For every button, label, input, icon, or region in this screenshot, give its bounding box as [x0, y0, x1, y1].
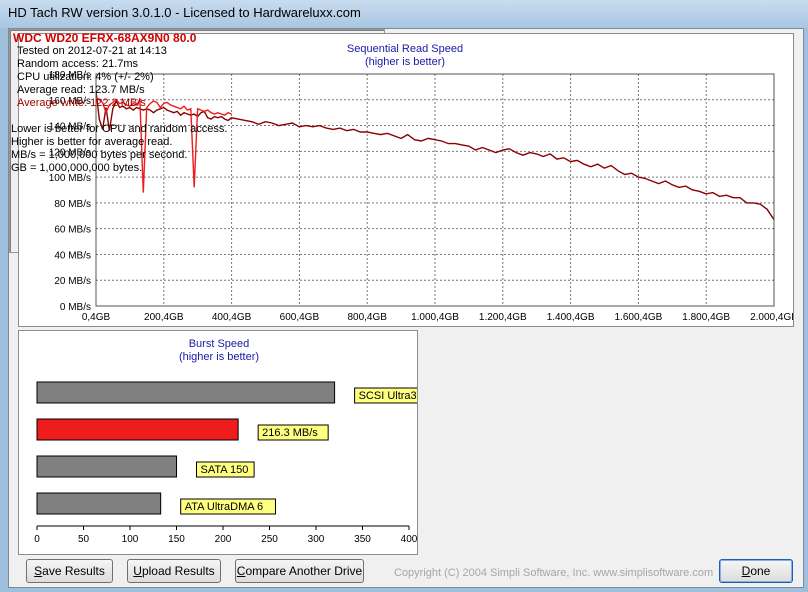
average-read: Average read: 123.7 MB/s: [17, 84, 145, 96]
burst-x-tick-label: 50: [78, 534, 90, 545]
compare-label: ompare Another Drive: [245, 564, 363, 578]
cpu-utilization: CPU utilization: 4% (+/- 2%): [17, 71, 154, 83]
burst-x-tick-label: 200: [215, 534, 232, 545]
seq-x-tick-label: 1.800,4GB: [682, 312, 730, 323]
burst-x-tick-label: 350: [354, 534, 371, 545]
seq-chart-title: Sequential Read Speed: [347, 43, 463, 55]
note-mbs: MB/s = 1,000,000 bytes per second.: [11, 149, 188, 161]
compare-another-drive-button[interactable]: Compare Another Drive: [235, 559, 364, 583]
burst-bar-label: ATA UltraDMA 6: [185, 501, 263, 513]
burst-x-tick-label: 100: [122, 534, 139, 545]
seq-y-tick-label: 80 MB/s: [54, 199, 91, 210]
seq-x-tick-label: 800,4GB: [347, 312, 387, 323]
burst-x-tick-label: 250: [261, 534, 278, 545]
average-write: Average write: 122.2 MB/s: [17, 97, 146, 109]
tested-on: Tested on 2012-07-21 at 14:13: [17, 45, 167, 57]
burst-bar-label: SATA 150: [201, 464, 249, 476]
burst-bar: [36, 381, 336, 404]
note-cpu: Lower is better for CPU and random acces…: [11, 123, 228, 135]
burst-x-tick-label: 0: [34, 534, 40, 545]
seq-x-tick-label: 1.600,4GB: [614, 312, 662, 323]
burst-bar: [36, 418, 239, 441]
drive-name: WDC WD20 EFRX-68AX9N0 80.0: [13, 31, 197, 45]
seq-x-tick-label: 0,4GB: [82, 312, 111, 323]
random-access: Random access: 21.7ms: [17, 58, 139, 70]
seq-x-tick-label: 200,4GB: [144, 312, 184, 323]
seq-x-tick-label: 1.400,4GB: [547, 312, 595, 323]
seq-y-tick-label: 40 MB/s: [54, 250, 91, 261]
burst-chart-title: Burst Speed: [189, 338, 250, 350]
burst-x-tick-label: 150: [168, 534, 185, 545]
burst-speed-panel: Burst Speed (higher is better) SCSI Ultr…: [18, 330, 444, 555]
save-results-button[interactable]: Save Results: [26, 559, 113, 583]
seq-y-tick-label: 60 MB/s: [54, 225, 91, 236]
upload-results-mnemonic: U: [133, 564, 142, 578]
save-results-mnemonic: S: [34, 564, 43, 578]
burst-x-tick-label: 400: [401, 534, 417, 545]
burst-x-tick-label: 300: [308, 534, 325, 545]
seq-x-tick-label: 1.200,4GB: [479, 312, 527, 323]
upload-results-label: pload Results: [141, 564, 215, 578]
done-button[interactable]: Done: [719, 559, 793, 583]
burst-bar: [36, 492, 162, 515]
seq-x-tick-label: 2.000,4GB: [750, 312, 793, 323]
burst-bar: [36, 455, 177, 478]
copyright-text: Copyright (C) 2004 Simpli Software, Inc.…: [394, 567, 714, 579]
window-title: HD Tach RW version 3.0.1.0 - Licensed to…: [8, 5, 361, 20]
note-gb: GB = 1,000,000,000 bytes.: [11, 162, 143, 174]
burst-chart-subtitle: (higher is better): [179, 351, 259, 363]
main-window: Sequential Read Speed (higher is better)…: [8, 28, 804, 588]
done-label: one: [750, 564, 771, 578]
burst-speed-chart: Burst Speed (higher is better) SCSI Ultr…: [34, 338, 444, 545]
seq-x-tick-label: 1.000,4GB: [411, 312, 459, 323]
seq-x-tick-label: 400,4GB: [212, 312, 252, 323]
seq-y-tick-label: 20 MB/s: [54, 276, 91, 287]
save-results-label: ave Results: [42, 564, 105, 578]
upload-results-button[interactable]: Upload Results: [127, 559, 221, 583]
burst-bar-label: SCSI Ultra320: [359, 390, 417, 402]
window-titlebar[interactable]: HD Tach RW version 3.0.1.0 - Licensed to…: [0, 0, 808, 28]
done-mnemonic: D: [741, 564, 751, 578]
note-avg-read: Higher is better for average read.: [11, 136, 173, 148]
burst-bar-label: 216.3 MB/s: [262, 427, 318, 439]
seq-x-tick-label: 600,4GB: [280, 312, 320, 323]
seq-y-tick-label: 100 MB/s: [49, 173, 91, 184]
seq-chart-subtitle: (higher is better): [365, 56, 445, 68]
